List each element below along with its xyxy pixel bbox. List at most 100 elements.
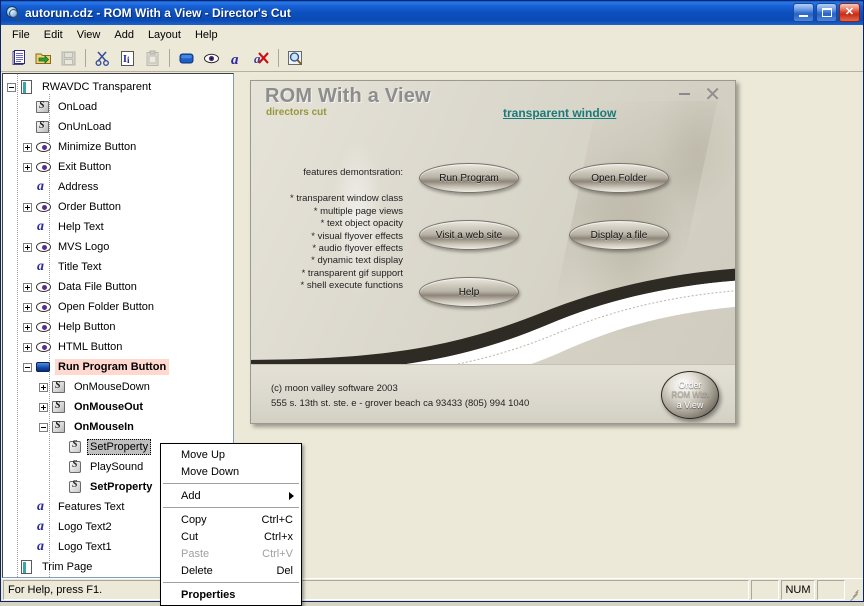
eye-icon (35, 159, 52, 175)
resize-grip[interactable] (847, 580, 861, 602)
context-menu-item-accelerator: Del (276, 564, 293, 577)
tree-node[interactable]: Exit Button (3, 157, 233, 177)
menu-file[interactable]: File (5, 27, 37, 43)
tree-node-label: OnMouseIn (74, 421, 134, 433)
order-button[interactable]: Order ROM With a View (661, 371, 719, 419)
blue-button-icon (35, 359, 52, 375)
tree-node[interactable]: Open Folder Button (3, 297, 233, 317)
menu-add[interactable]: Add (107, 27, 141, 43)
tree-node[interactable]: OnUnLoad (3, 117, 233, 137)
tree-expand-toggle[interactable] (23, 282, 32, 292)
tree-node[interactable]: Run Program Button (3, 357, 233, 377)
order-badge-line-3: a View (676, 400, 704, 410)
feature-line: * dynamic text display (311, 255, 403, 267)
tree-expand-toggle[interactable] (23, 162, 32, 172)
context-menu-item-label: Move Up (181, 448, 226, 461)
transparent-window-link[interactable]: transparent window (503, 106, 616, 120)
close-button[interactable]: ✕ (839, 3, 860, 22)
context-menu-item-move-down[interactable]: Move Down (161, 463, 301, 480)
tree-node[interactable]: HTML Button (3, 337, 233, 357)
page-icon (19, 79, 36, 95)
help-button[interactable]: Help (419, 277, 519, 307)
minimize-button[interactable] (793, 3, 814, 22)
tree-expand-toggle[interactable] (23, 242, 32, 252)
display-a-file-button[interactable]: Display a file (569, 220, 669, 250)
tree-expand-toggle[interactable] (23, 202, 32, 212)
context-menu-item-move-up[interactable]: Move Up (161, 446, 301, 463)
cut-scissors-icon[interactable] (91, 47, 114, 69)
tree-collapse-toggle[interactable] (39, 422, 48, 432)
tree-expand-toggle[interactable] (23, 142, 32, 152)
run-program-button[interactable]: Run Program (419, 163, 519, 193)
tree-node[interactable]: RWAVDC Transparent (3, 77, 233, 97)
script-icon (35, 99, 52, 115)
tree-expand-toggle[interactable] (23, 322, 32, 332)
context-menu-item-label: Copy (181, 513, 207, 526)
toolbar-separator-2 (169, 49, 170, 67)
tree-expand-toggle[interactable] (23, 342, 32, 352)
context-menu-item-label: Paste (181, 547, 210, 560)
tree-node[interactable]: OnMouseDown (3, 377, 233, 397)
eye-icon (35, 299, 52, 315)
tree-node-label: MVS Logo (58, 241, 110, 253)
preview-close-icon[interactable]: ✕ (704, 85, 721, 105)
tree-expand-toggle[interactable] (39, 402, 48, 412)
tree-node-label: RWAVDC Transparent (42, 81, 152, 93)
maximize-restore-button[interactable] (816, 3, 837, 22)
context-menu-item-cut[interactable]: Cut Ctrl+x (161, 528, 301, 545)
address-line: 555 s. 13th st. ste. e - grover beach ca… (271, 398, 530, 409)
preview-magnifier-icon[interactable] (284, 47, 307, 69)
paste-clipboard-icon[interactable] (141, 47, 164, 69)
tree-node[interactable]: a Help Text (3, 217, 233, 237)
menu-edit[interactable]: Edit (37, 27, 70, 43)
text-a-icon: a (37, 499, 44, 514)
tree-node[interactable]: OnMouseOut (3, 397, 233, 417)
tree-node-label: HTML Button (58, 341, 123, 353)
script-icon (51, 379, 68, 395)
tree-node-label: OnUnLoad (58, 121, 112, 133)
feature-line: * audio flyover effects (312, 243, 403, 255)
tree-node[interactable]: MVS Logo (3, 237, 233, 257)
new-document-icon[interactable] (7, 47, 30, 69)
tree-node[interactable]: Data File Button (3, 277, 233, 297)
context-menu-item-paste: Paste Ctrl+V (161, 545, 301, 562)
open-folder-icon[interactable] (32, 47, 55, 69)
tree-node[interactable]: Help Button (3, 317, 233, 337)
context-menu-item-delete[interactable]: Delete Del (161, 562, 301, 579)
open-folder-button[interactable]: Open Folder (569, 163, 669, 193)
save-icon[interactable] (57, 47, 80, 69)
tree-node[interactable]: OnMouseIn (3, 417, 233, 437)
context-menu-item-add[interactable]: Add (161, 487, 301, 504)
eye-icon (35, 239, 52, 255)
delete-object-icon[interactable]: a (250, 47, 273, 69)
menu-layout[interactable]: Layout (141, 27, 188, 43)
add-image-object-icon[interactable] (200, 47, 223, 69)
add-text-object-icon[interactable]: a (225, 47, 248, 69)
tree-collapse-toggle[interactable] (7, 82, 16, 92)
menu-help[interactable]: Help (188, 27, 225, 43)
visit-web-site-button[interactable]: Visit a web site (419, 220, 519, 250)
tree-expand-toggle[interactable] (23, 302, 32, 312)
tree-node[interactable]: OnLoad (3, 97, 233, 117)
preview-minimize-button[interactable] (679, 93, 693, 95)
tree-node[interactable]: Order Button (3, 197, 233, 217)
tree-node[interactable]: a Title Text (3, 257, 233, 277)
add-button-object-icon[interactable] (175, 47, 198, 69)
context-menu-item-copy[interactable]: Copy Ctrl+C (161, 511, 301, 528)
feature-line: * visual flyover effects (311, 230, 403, 242)
tree-expand-toggle[interactable] (39, 382, 48, 392)
context-menu-separator (163, 507, 299, 508)
tree-context-menu[interactable]: Move Up Move Down Add Copy Ctrl+C Cut Ctrl+x Pa… (160, 443, 302, 606)
menu-view[interactable]: View (70, 27, 108, 43)
copyright-line-1: (c) moon valley software 2003 (271, 383, 398, 394)
tree-node-label: OnMouseOut (74, 401, 144, 413)
tree-node[interactable]: a Address (3, 177, 233, 197)
tree-node-label: Features Text (58, 501, 125, 513)
properties-info-icon[interactable]: I i (116, 47, 139, 69)
page-icon (19, 559, 36, 575)
tree-node[interactable]: Minimize Button (3, 137, 233, 157)
context-menu-item-properties[interactable]: Properties (161, 586, 301, 603)
context-menu-item-label: Delete (181, 564, 213, 577)
context-menu-item-label: Move Down (181, 465, 240, 478)
tree-collapse-toggle[interactable] (23, 362, 32, 372)
